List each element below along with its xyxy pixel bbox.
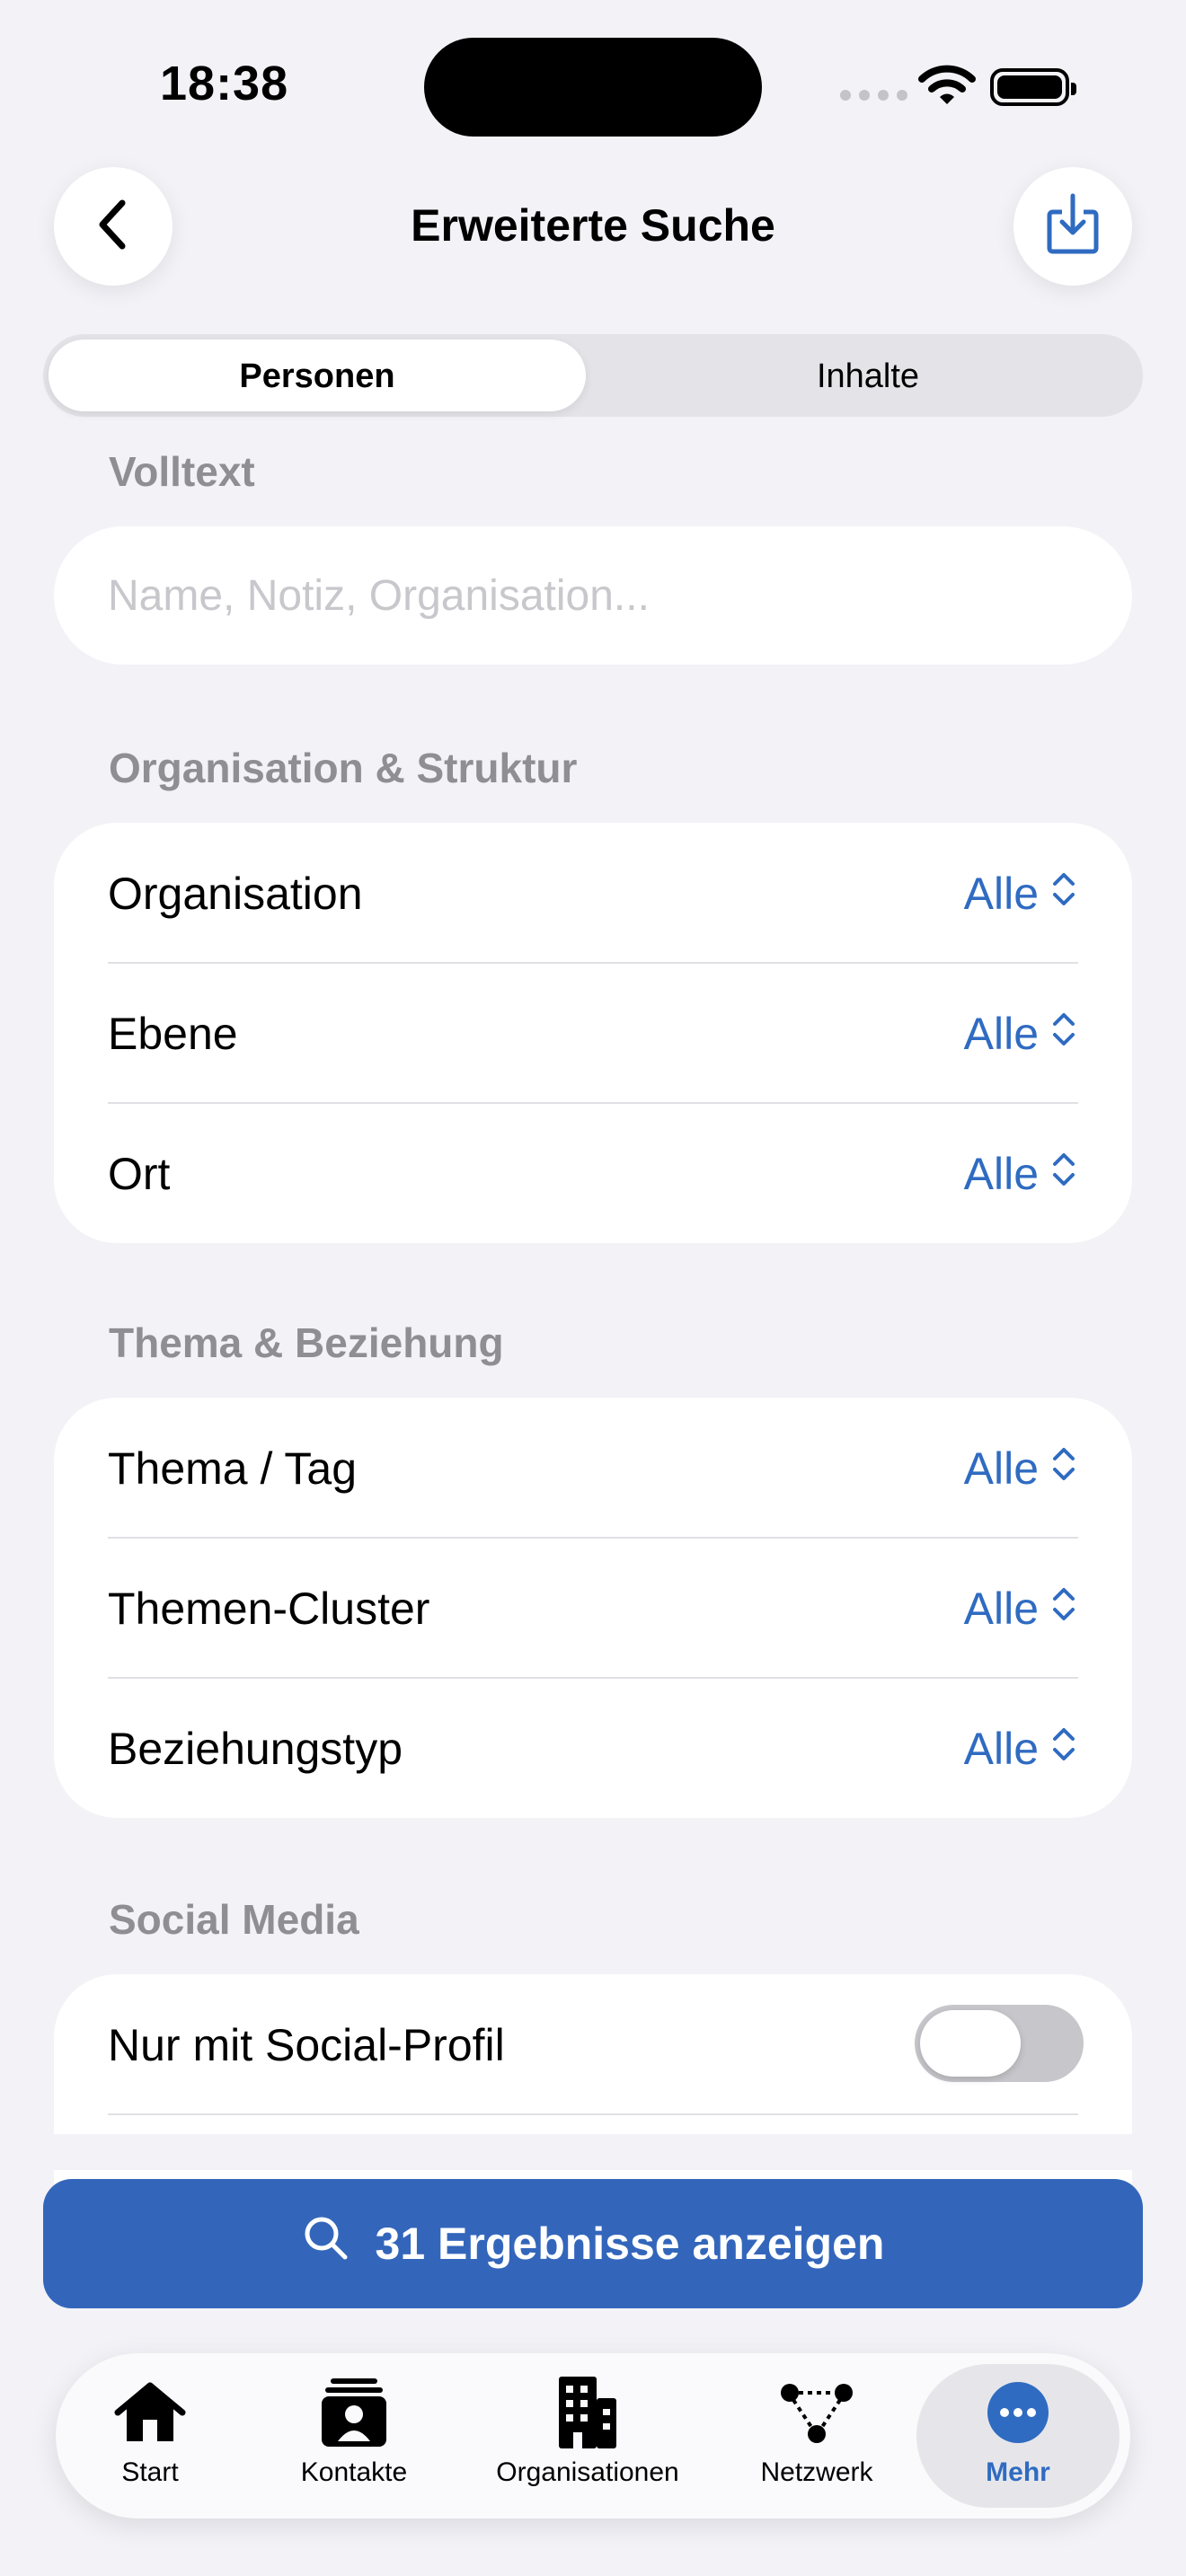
toggle-knob xyxy=(920,2010,1021,2077)
tab-netzwerk[interactable]: Netzwerk xyxy=(749,2353,884,2519)
tab-kontakte[interactable]: Kontakte xyxy=(291,2353,417,2519)
tab-label: Start xyxy=(121,2457,179,2487)
filter-value: Alle xyxy=(963,1009,1039,1059)
filter-label: Ebene xyxy=(108,1009,238,1059)
filter-row-social-profil: Nur mit Social-Profil xyxy=(54,1974,1132,2114)
section-header-thema: Thema & Beziehung xyxy=(109,1319,504,1366)
tab-bar: Start Kontakte Organisationen Netzwerk M… xyxy=(56,2353,1130,2519)
fulltext-search-input[interactable] xyxy=(108,526,1078,665)
segment-inhalte[interactable]: Inhalte xyxy=(598,357,1137,396)
filter-row-ebene[interactable]: Ebene Alle xyxy=(54,963,1132,1103)
filter-label: Themen-Cluster xyxy=(108,1584,430,1634)
dynamic-island xyxy=(424,38,762,137)
page-title: Erweiterte Suche xyxy=(411,200,775,251)
chevron-up-down-icon xyxy=(1051,868,1076,920)
filter-value-picker[interactable]: Alle xyxy=(964,1583,1076,1635)
row-divider xyxy=(108,2113,1078,2115)
show-results-label: 31 Ergebnisse anzeigen xyxy=(375,2219,885,2269)
status-time: 18:38 xyxy=(160,57,289,110)
tab-label: Mehr xyxy=(986,2457,1050,2487)
filter-label: Nur mit Social-Profil xyxy=(108,2020,505,2070)
filter-value: Alle xyxy=(963,1584,1039,1634)
filter-row-ort[interactable]: Ort Alle xyxy=(54,1103,1132,1243)
cellular-signal-icon xyxy=(840,90,907,101)
filter-value-picker[interactable]: Alle xyxy=(964,868,1076,920)
filter-label: Organisation xyxy=(108,869,363,919)
tab-label: Organisationen xyxy=(496,2457,679,2487)
section-header-volltext: Volltext xyxy=(109,448,255,495)
content-fade xyxy=(0,2134,1186,2170)
chevron-up-down-icon xyxy=(1051,1008,1076,1060)
filter-row-themen-cluster[interactable]: Themen-Cluster Alle xyxy=(54,1538,1132,1678)
filter-label: Beziehungstyp xyxy=(108,1724,403,1774)
show-results-button[interactable]: 31 Ergebnisse anzeigen xyxy=(43,2179,1143,2308)
filter-value: Alle xyxy=(963,1443,1039,1494)
tab-label: Netzwerk xyxy=(760,2457,873,2487)
export-button[interactable] xyxy=(1013,167,1132,286)
chevron-up-down-icon xyxy=(1051,1442,1076,1495)
chevron-up-down-icon xyxy=(1051,1723,1076,1775)
tab-mehr[interactable]: Mehr xyxy=(960,2353,1076,2519)
filter-value-picker[interactable]: Alle xyxy=(964,1148,1076,1200)
organisation-filter-group: Organisation Alle Ebene Alle Ort Alle xyxy=(54,823,1132,1243)
network-icon xyxy=(779,2377,854,2448)
search-icon xyxy=(302,2214,350,2273)
filter-label: Ort xyxy=(108,1149,171,1199)
filter-value: Alle xyxy=(963,1724,1039,1774)
tray-arrow-down-icon xyxy=(1044,192,1102,261)
filter-row-organisation[interactable]: Organisation Alle xyxy=(54,823,1132,963)
filter-value: Alle xyxy=(963,869,1039,919)
filter-label: Thema / Tag xyxy=(108,1443,358,1494)
section-header-social-media: Social Media xyxy=(109,1896,359,1943)
fulltext-field xyxy=(54,526,1132,665)
filter-value-picker[interactable]: Alle xyxy=(964,1442,1076,1495)
segment-personen[interactable]: Personen xyxy=(49,357,586,396)
ellipsis-circle-icon xyxy=(986,2377,1050,2448)
filter-value: Alle xyxy=(963,1149,1039,1199)
tab-label: Kontakte xyxy=(300,2457,408,2487)
tab-organisationen[interactable]: Organisationen xyxy=(480,2353,695,2519)
filter-row-thema-tag[interactable]: Thema / Tag Alle xyxy=(54,1398,1132,1538)
filter-value-picker[interactable]: Alle xyxy=(964,1723,1076,1775)
house-icon xyxy=(112,2377,188,2448)
filter-row-beziehungstyp[interactable]: Beziehungstyp Alle xyxy=(54,1678,1132,1818)
chevron-up-down-icon xyxy=(1051,1148,1076,1200)
chevron-up-down-icon xyxy=(1051,1583,1076,1635)
contact-card-icon xyxy=(320,2377,388,2448)
filter-value-picker[interactable]: Alle xyxy=(964,1008,1076,1060)
social-profile-toggle[interactable] xyxy=(915,2005,1084,2082)
wifi-icon xyxy=(918,65,976,112)
building-icon xyxy=(555,2377,620,2448)
topic-filter-group: Thema / Tag Alle Themen-Cluster Alle Bez… xyxy=(54,1398,1132,1818)
section-header-organisation: Organisation & Struktur xyxy=(109,745,578,791)
tab-start[interactable]: Start xyxy=(92,2353,208,2519)
battery-icon xyxy=(990,68,1076,106)
